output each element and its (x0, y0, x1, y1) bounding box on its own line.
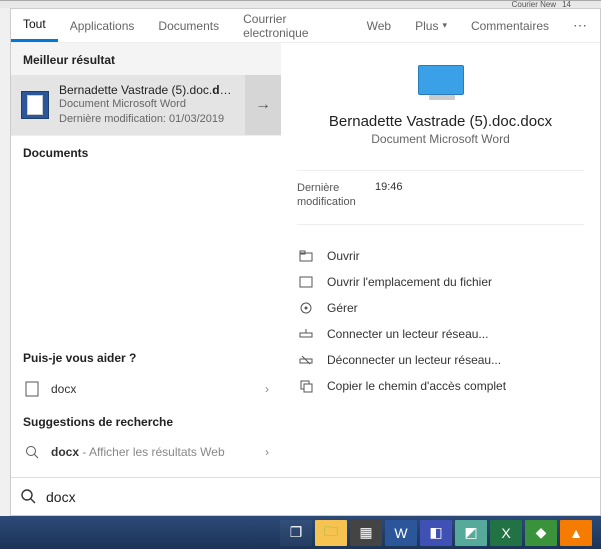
preview-meta-modified: Dernière modification 19:46 (297, 181, 584, 210)
action-unmap-drive[interactable]: Déconnecter un lecteur réseau... (297, 347, 584, 373)
preview-type: Document Microsoft Word (371, 132, 510, 146)
copy-icon (297, 379, 315, 393)
taskbar-calculator[interactable]: ▦ (350, 520, 382, 546)
suggestions-header: Suggestions de recherche (11, 405, 281, 437)
assist-item-docx[interactable]: docx › (11, 373, 281, 405)
tab-documents[interactable]: Documents (146, 9, 231, 42)
expand-preview-button[interactable]: → (245, 75, 281, 135)
action-manage[interactable]: Gérer (297, 295, 584, 321)
taskbar-app-2[interactable]: ◩ (455, 520, 487, 546)
computer-icon (418, 65, 464, 95)
tab-all[interactable]: Tout (11, 9, 58, 42)
open-icon (297, 250, 315, 262)
action-open-location[interactable]: Ouvrir l'emplacement du fichier (297, 269, 584, 295)
taskbar-app-3[interactable]: ◆ (525, 520, 557, 546)
taskbar-app-1[interactable]: ◧ (420, 520, 452, 546)
taskbar-taskview[interactable]: ❐ (280, 520, 312, 546)
tab-email[interactable]: Courrier electronique (231, 9, 355, 42)
search-icon (23, 445, 41, 459)
best-result-item[interactable]: Bernadette Vastrade (5).doc.docx Documen… (11, 75, 281, 135)
taskbar-word[interactable]: W (385, 520, 417, 546)
folder-icon (297, 276, 315, 288)
search-icon (21, 489, 36, 504)
chevron-right-icon: › (265, 445, 269, 459)
tab-more[interactable]: Plus▾ (403, 9, 459, 42)
documents-header: Documents (11, 136, 281, 168)
web-suggestion-docx[interactable]: docx - Afficher les résultats Web › (11, 437, 281, 467)
preview-pane: Bernadette Vastrade (5).doc.docx Documen… (281, 43, 600, 477)
best-result-modified: Dernière modification: 01/03/2019 (59, 112, 237, 127)
chevron-down-icon: ▾ (442, 20, 447, 31)
best-result-header: Meilleur résultat (11, 43, 281, 75)
best-result-title: Bernadette Vastrade (5).doc.docx (59, 83, 237, 97)
tab-applications[interactable]: Applications (58, 9, 147, 42)
best-result-type: Document Microsoft Word (59, 97, 237, 112)
more-options-button[interactable]: ⋯ (561, 17, 600, 34)
windows-search-panel: Tout Applications Documents Courrier ele… (10, 8, 601, 516)
word-file-icon (21, 91, 49, 119)
preview-title: Bernadette Vastrade (5).doc.docx (329, 113, 552, 130)
taskbar-vlc[interactable]: ▲ (560, 520, 592, 546)
search-input-bar (11, 477, 600, 515)
network-drive-disconnect-icon (297, 354, 315, 366)
gear-icon (297, 301, 315, 315)
document-icon (23, 381, 41, 397)
assist-header: Puis-je vous aider ? (11, 341, 281, 373)
app-toolbar-remnant: Courier New 14 (0, 0, 601, 8)
tab-web[interactable]: Web (355, 9, 403, 42)
taskbar: ❐ 🗀 ▦ W ◧ ◩ X ◆ ▲ (0, 516, 601, 549)
search-tabs: Tout Applications Documents Courrier ele… (11, 9, 600, 43)
taskbar-excel[interactable]: X (490, 520, 522, 546)
action-map-drive[interactable]: Connecter un lecteur réseau... (297, 321, 584, 347)
action-open[interactable]: Ouvrir (297, 243, 584, 269)
taskbar-explorer[interactable]: 🗀 (315, 520, 347, 546)
results-column: Meilleur résultat Bernadette Vastrade (5… (11, 43, 281, 477)
chevron-right-icon: › (265, 382, 269, 396)
search-input[interactable] (46, 489, 590, 505)
feedback-link[interactable]: Commentaires (459, 19, 561, 33)
network-drive-icon (297, 328, 315, 340)
action-copy-path[interactable]: Copier le chemin d'accès complet (297, 373, 584, 399)
